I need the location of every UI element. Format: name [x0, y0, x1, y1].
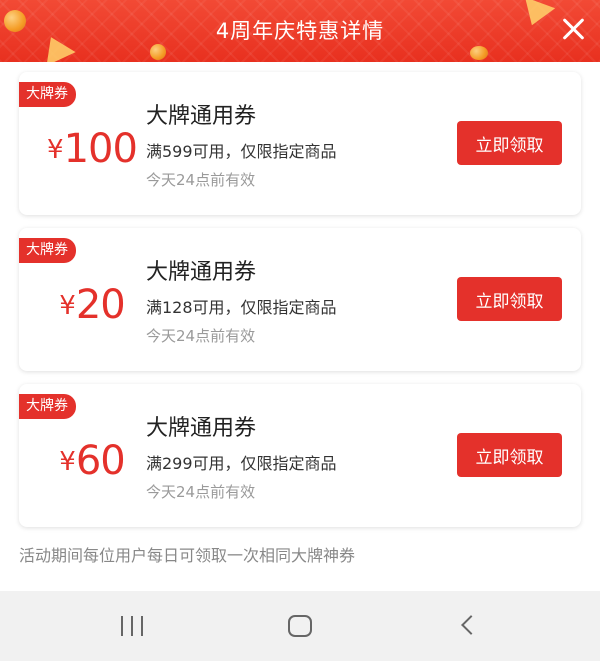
home-icon[interactable]	[280, 611, 320, 641]
coupon-card: 大牌券 ¥100 大牌通用券 满599可用，仅限指定商品 今天24点前有效 立即…	[19, 72, 581, 215]
coupon-title: 大牌通用券	[146, 104, 257, 129]
rules-note: 活动期间每位用户每日可领取一次相同大牌神券	[19, 546, 356, 565]
coupon-card: 大牌券 ¥20 大牌通用券 满128可用，仅限指定商品 今天24点前有效 立即领…	[19, 228, 581, 371]
coupon-value: 60	[75, 438, 126, 484]
coupon-card: 大牌券 ¥60 大牌通用券 满299可用，仅限指定商品 今天24点前有效 立即领…	[19, 384, 581, 527]
claim-button[interactable]: 立即领取	[457, 121, 562, 165]
currency-symbol: ¥	[47, 135, 64, 165]
coupon-amount: ¥20	[37, 282, 147, 328]
coupon-tag: 大牌券	[19, 238, 76, 263]
coupon-tag: 大牌券	[19, 82, 76, 107]
currency-symbol: ¥	[59, 447, 76, 477]
coupon-value: 20	[75, 282, 126, 328]
coupon-validity: 今天24点前有效	[146, 327, 256, 345]
recent-apps-icon[interactable]	[112, 611, 152, 641]
coupon-condition: 满299可用，仅限指定商品	[146, 454, 337, 473]
currency-symbol: ¥	[59, 291, 76, 321]
coupon-validity: 今天24点前有效	[146, 171, 256, 189]
coupon-amount: ¥60	[37, 438, 147, 484]
coupon-condition: 满599可用，仅限指定商品	[146, 142, 337, 161]
coupon-condition: 满128可用，仅限指定商品	[146, 298, 337, 317]
header-banner: 4周年庆特惠详情	[0, 0, 600, 62]
system-nav-bar	[0, 591, 600, 661]
coupon-title: 大牌通用券	[146, 416, 257, 441]
coupon-title: 大牌通用券	[146, 260, 257, 285]
back-icon[interactable]	[448, 611, 488, 641]
coupon-value: 100	[63, 126, 138, 172]
coupon-validity: 今天24点前有效	[146, 483, 256, 501]
coupon-amount: ¥100	[37, 126, 147, 172]
decor-coin-mid	[150, 44, 166, 60]
claim-button[interactable]: 立即领取	[457, 277, 562, 321]
page-title: 4周年庆特惠详情	[215, 19, 385, 43]
claim-button[interactable]: 立即领取	[457, 433, 562, 477]
coupon-tag: 大牌券	[19, 394, 76, 419]
decor-coin-right	[470, 46, 488, 60]
close-icon[interactable]	[560, 16, 586, 42]
page: 4周年庆特惠详情 大牌券 ¥100 大牌通用券 满599可用，仅限指定商品 今天…	[0, 0, 600, 661]
